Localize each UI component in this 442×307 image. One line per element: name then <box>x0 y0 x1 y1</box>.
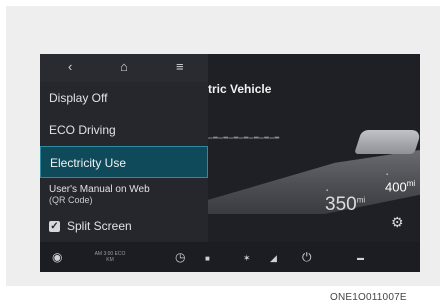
menu-item-sublabel: (QR Code) <box>49 195 93 205</box>
stage: ‹ ⌂ ≡ Display Off ECO Driving Electricit… <box>0 0 442 307</box>
range-tag-icon: ▪ <box>386 172 389 178</box>
range-main-unit: mi <box>356 195 366 205</box>
top-bar: ‹ ⌂ ≡ <box>40 54 210 84</box>
range-top-unit: mi <box>406 179 416 188</box>
bottom-status-bar: ◉ AM 3:00 ECO KM ◷ ■ ✶ ◢ ⏻ ▬ <box>40 242 420 272</box>
menu-item-label: Display Off <box>49 91 108 105</box>
menu-icon[interactable]: ≡ <box>176 60 184 74</box>
range-main-value: 350mi <box>325 194 365 216</box>
bottom-status-text: AM 3:00 ECO KM <box>94 251 126 263</box>
menu-item-label: User's Manual on Web <box>49 184 150 195</box>
figure-caption: ONE1O011007E <box>330 292 407 303</box>
menu-item-users-manual[interactable]: User's Manual on Web (QR Code) <box>40 178 208 210</box>
info-badge-icon[interactable]: ▬ <box>357 253 364 265</box>
lock-icon[interactable]: ■ <box>205 253 210 265</box>
status-subtext: ▁▂▁▂▁▂▁▂▁▂▁▂▁▂ <box>208 133 280 139</box>
gear-icon[interactable]: ⚙ <box>391 214 404 231</box>
fan-icon[interactable]: ✶ <box>243 252 251 264</box>
image-frame: ‹ ⌂ ≡ Display Off ECO Driving Electricit… <box>6 6 440 286</box>
home-icon[interactable]: ⌂ <box>120 60 128 74</box>
menu-item-label: ECO Driving <box>49 123 116 137</box>
menu-item-electricity-use[interactable]: Electricity Use <box>40 146 208 178</box>
menu-item-label: Electricity Use <box>50 156 127 170</box>
vehicle-graphic <box>354 130 420 154</box>
range-top-number: 400 <box>385 179 407 195</box>
range-top-value: 400mi <box>385 179 415 194</box>
menu-item-eco-driving[interactable]: ECO Driving <box>40 114 208 146</box>
page-title: tric Vehicle <box>208 82 272 96</box>
options-menu: Display Off ECO Driving Electricity Use … <box>40 82 208 242</box>
menu-item-split-screen[interactable]: ✓ Split Screen <box>40 210 208 242</box>
power-icon[interactable]: ⏻ <box>302 251 312 263</box>
content-panel: tric Vehicle ▁▂▁▂▁▂▁▂▁▂▁▂▁▂ ▪ 400mi ▪ 35… <box>208 54 420 242</box>
seat-icon[interactable]: ◢ <box>270 252 277 264</box>
range-main-number: 350 <box>325 194 357 215</box>
record-icon[interactable]: ◉ <box>52 251 62 263</box>
checkbox-checked-icon[interactable]: ✓ <box>49 221 60 233</box>
menu-item-display-off[interactable]: Display Off <box>40 82 208 114</box>
infotainment-screen: ‹ ⌂ ≡ Display Off ECO Driving Electricit… <box>40 54 420 272</box>
clock-icon[interactable]: ◷ <box>175 251 185 263</box>
back-chevron-icon[interactable]: ‹ <box>68 60 72 74</box>
menu-item-label: Split Screen <box>67 219 132 233</box>
